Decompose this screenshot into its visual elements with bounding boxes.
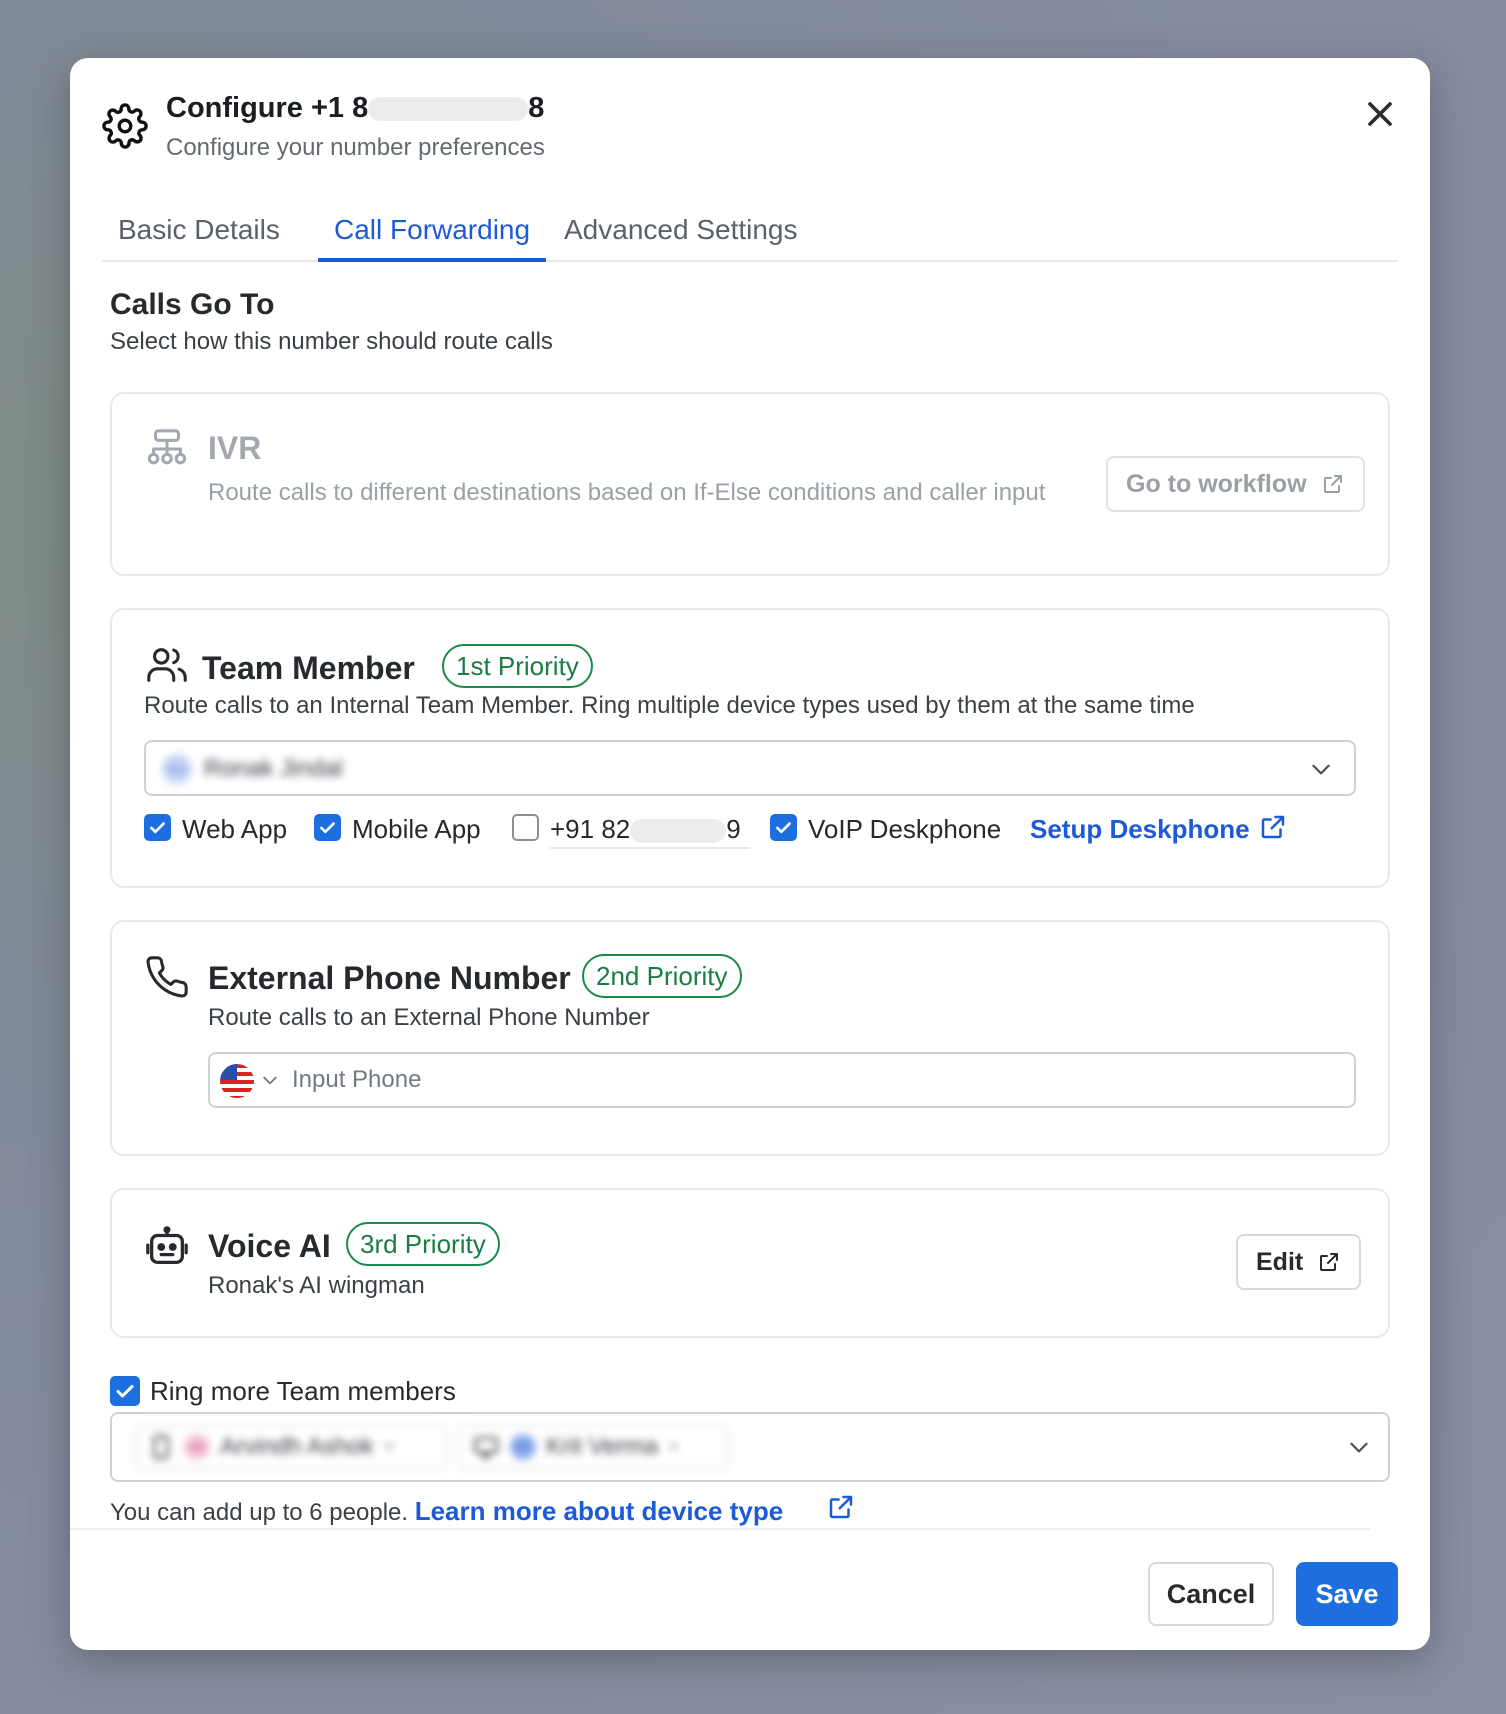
- close-icon[interactable]: [1360, 94, 1400, 134]
- voip-deskphone-label: VoIP Deskphone: [808, 814, 1002, 844]
- priority-badge: 3rd Priority: [346, 1222, 500, 1266]
- learn-more-link[interactable]: Learn more about device type: [415, 1496, 783, 1526]
- team-member-select[interactable]: RJ Ronak Jindal: [144, 740, 1356, 796]
- chevron-down-icon: [1312, 764, 1330, 775]
- ring-more-label: Ring more Team members: [150, 1376, 456, 1406]
- external-phone-title: External Phone Number: [208, 960, 571, 996]
- member-name: Krit Verma: [546, 1433, 659, 1460]
- check-icon: [320, 822, 335, 834]
- remove-icon[interactable]: ×: [383, 1436, 395, 1459]
- section-subtitle: Select how this number should route call…: [110, 328, 553, 355]
- check-icon: [776, 822, 791, 834]
- footer-divider: [70, 1528, 1370, 1530]
- users-icon: [147, 648, 187, 682]
- edit-voice-ai-button[interactable]: Edit: [1236, 1234, 1362, 1290]
- team-member-description: Route calls to an Internal Team Member. …: [144, 692, 1195, 719]
- external-link-icon[interactable]: [1258, 812, 1288, 842]
- external-link-icon: [1320, 1253, 1339, 1271]
- voice-ai-title: Voice AI: [208, 1228, 331, 1264]
- ivr-description: Route calls to different destinations ba…: [208, 479, 1046, 506]
- check-icon: [150, 822, 165, 834]
- section-title: Calls Go To: [110, 288, 275, 321]
- external-phone-card: External Phone Number 2nd Priority Route…: [110, 920, 1390, 1156]
- ivr-tree-icon: [147, 429, 187, 465]
- ivr-card: IVR Route calls to different destination…: [110, 392, 1390, 576]
- redacted-number: [630, 819, 727, 844]
- selected-member-name: Ronak Jindal: [204, 755, 343, 782]
- tab-call-forwarding[interactable]: Call Forwarding: [318, 208, 547, 262]
- mobile-device-icon: [153, 1435, 169, 1459]
- member-chip[interactable]: AA Arvindh Ashok ×: [134, 1424, 448, 1470]
- priority-badge: 1st Priority: [442, 644, 593, 688]
- dialog-subtitle: Configure your number preferences: [166, 134, 545, 161]
- personal-number-checkbox[interactable]: [512, 814, 539, 841]
- priority-badge: 2nd Priority: [582, 954, 742, 998]
- external-phone-description: Route calls to an External Phone Number: [208, 1004, 650, 1031]
- web-app-checkbox[interactable]: [144, 814, 171, 841]
- mobile-app-checkbox[interactable]: [314, 814, 341, 841]
- mobile-app-label: Mobile App: [352, 814, 481, 844]
- avatar: RJ: [162, 754, 192, 784]
- tab-basic-details[interactable]: Basic Details: [102, 208, 296, 262]
- check-icon: [116, 1385, 134, 1398]
- go-to-workflow-button[interactable]: Go to workflow: [1106, 456, 1365, 512]
- go-to-workflow-label: Go to workflow: [1126, 469, 1307, 498]
- external-link-icon: [1323, 475, 1342, 493]
- chevron-down-icon[interactable]: [260, 1070, 280, 1090]
- member-name: Arvindh Ashok: [220, 1433, 374, 1460]
- member-chip[interactable]: KV Krit Verma ×: [458, 1424, 730, 1470]
- tab-bar: Basic Details Call Forwarding Advanced S…: [102, 208, 1398, 262]
- remove-icon[interactable]: ×: [668, 1436, 680, 1459]
- helper-text-label: You can add up to 6 people.: [110, 1499, 409, 1526]
- chevron-down-icon: [1350, 1442, 1368, 1453]
- gear-icon: [102, 103, 148, 149]
- web-app-label: Web App: [182, 814, 288, 844]
- selected-member: RJ Ronak Jindal: [162, 754, 343, 784]
- team-member-title: Team Member: [202, 650, 415, 686]
- save-button[interactable]: Save: [1296, 1562, 1398, 1626]
- cancel-button[interactable]: Cancel: [1148, 1562, 1274, 1626]
- tab-advanced-settings[interactable]: Advanced Settings: [548, 208, 814, 262]
- avatar: KV: [510, 1434, 536, 1460]
- desktop-device-icon: [474, 1437, 498, 1458]
- ring-more-members-select[interactable]: AA Arvindh Ashok × KV Krit Verma ×: [110, 1412, 1390, 1482]
- us-flag-icon[interactable]: [220, 1064, 254, 1098]
- voice-ai-card: Voice AI 3rd Priority Ronak's AI wingman…: [110, 1188, 1390, 1338]
- external-link-icon[interactable]: [826, 1492, 856, 1522]
- ivr-title: IVR: [208, 430, 262, 466]
- phone-input-placeholder[interactable]: Input Phone: [292, 1066, 421, 1094]
- personal-number-label: +91 82 9: [550, 814, 750, 849]
- edit-label: Edit: [1256, 1247, 1304, 1276]
- redacted-number: [368, 97, 529, 122]
- setup-deskphone-link[interactable]: Setup Deskphone: [1030, 814, 1250, 845]
- dialog-title: Configure +1 88: [166, 92, 545, 124]
- voice-ai-description: Ronak's AI wingman: [208, 1272, 425, 1299]
- phone-input[interactable]: Input Phone: [208, 1052, 1356, 1108]
- phone-icon: [146, 956, 188, 998]
- team-member-card: Team Member 1st Priority Route calls to …: [110, 608, 1390, 888]
- avatar: AA: [184, 1434, 210, 1460]
- ring-more-checkbox[interactable]: [110, 1376, 140, 1406]
- voip-deskphone-checkbox[interactable]: [770, 814, 797, 841]
- helper-text: You can add up to 6 people. Learn more a…: [110, 1496, 783, 1527]
- configure-number-dialog: Configure +1 88 Configure your number pr…: [70, 58, 1430, 1650]
- robot-icon: [146, 1226, 188, 1264]
